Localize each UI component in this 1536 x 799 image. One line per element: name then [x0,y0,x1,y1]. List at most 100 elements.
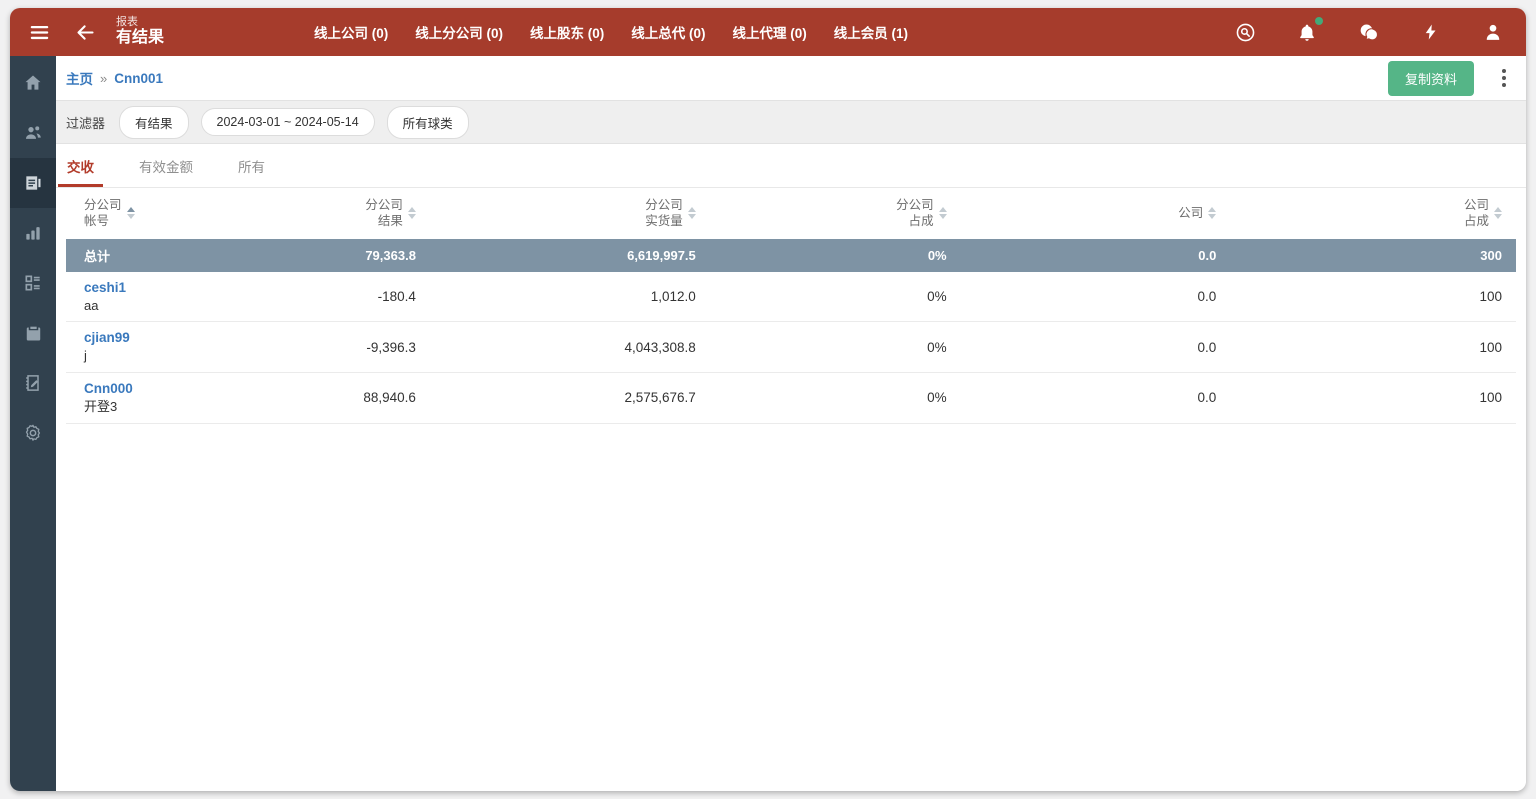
lightning-icon[interactable] [1418,19,1444,45]
stat-online-agent: 线上代理 (0) [733,22,807,42]
stat-online-shareholder: 线上股东 (0) [530,22,604,42]
table-header-row: 分公司帐号 分公司结果 [66,188,1516,239]
cell-company: 0.0 [961,322,1231,373]
total-company: 0.0 [961,239,1231,272]
header-company-share[interactable]: 公司占成 [1230,188,1516,239]
online-stats: 线上公司 (0) 线上分公司 (0) 线上股东 (0) 线上总代 (0) 线上代… [314,22,908,42]
app-window: 报表 有结果 线上公司 (0) 线上分公司 (0) 线上股东 (0) 线上总代 … [10,8,1526,791]
header-company[interactable]: 公司 [961,188,1231,239]
cell-company-share: 100 [1230,373,1516,424]
header-branch-account[interactable]: 分公司帐号 [66,188,255,239]
cell-company: 0.0 [961,373,1231,424]
page-title-block: 报表 有结果 [116,16,164,47]
breadcrumb-current: Cnn001 [114,71,163,86]
header-branch-result[interactable]: 分公司结果 [255,188,430,239]
header-branch-volume[interactable]: 分公司实货量 [430,188,710,239]
results-table-container: 分公司帐号 分公司结果 [56,188,1526,424]
journal-edit-icon [23,373,43,393]
account-link[interactable]: cjian99 [84,329,241,347]
table-row: Cnn000 开登3 88,940.6 2,575,676.7 0% 0.0 1… [66,373,1516,424]
account-name: 开登3 [84,398,241,416]
account-name: j [84,347,241,365]
stat-online-branch: 线上分公司 (0) [415,22,503,42]
cell-volume: 4,043,308.8 [430,322,710,373]
filter-chip-ball-type[interactable]: 所有球类 [387,106,469,139]
sort-icon[interactable] [127,207,135,219]
bar-chart-icon [23,223,43,243]
topbar-actions [1232,19,1506,45]
account-name: aa [84,297,241,315]
cell-share: 0% [710,373,961,424]
filter-bar: 过滤器 有结果 2024-03-01 ~ 2024-05-14 所有球类 [56,100,1526,144]
notification-dot [1315,17,1323,25]
main-content: 主页 » Cnn001 复制资料 过滤器 有结果 2024-03-01 ~ 20… [56,56,1526,791]
gear-icon [23,423,43,443]
stat-online-master-agent: 线上总代 (0) [631,22,705,42]
more-options-kebab-icon[interactable] [1496,65,1512,91]
table-row: cjian99 j -9,396.3 4,043,308.8 0% 0.0 10… [66,322,1516,373]
header-branch-share[interactable]: 分公司占成 [710,188,961,239]
sidebar-item-tasks[interactable] [10,308,56,358]
report-document-icon [23,173,43,193]
sidebar-item-settings[interactable] [10,408,56,458]
users-icon [23,123,44,143]
total-label: 总计 [66,239,255,272]
cell-result: 88,940.6 [255,373,430,424]
account-link[interactable]: ceshi1 [84,279,241,297]
cell-share: 0% [710,322,961,373]
cell-volume: 2,575,676.7 [430,373,710,424]
top-app-bar: 报表 有结果 线上公司 (0) 线上分公司 (0) 线上股东 (0) 线上总代 … [10,8,1526,56]
sidebar-item-home[interactable] [10,58,56,108]
messages-icon[interactable] [1356,19,1382,45]
clipboard-icon [24,323,43,343]
tab-valid-amount[interactable]: 有效金额 [130,144,202,187]
total-result: 79,363.8 [255,239,430,272]
breadcrumb-toolbar: 主页 » Cnn001 复制资料 [56,56,1526,100]
tab-settlement[interactable]: 交收 [58,144,103,187]
cell-volume: 1,012.0 [430,272,710,322]
sort-icon[interactable] [939,207,947,219]
breadcrumb-home-link[interactable]: 主页 [66,68,93,88]
cell-company: 0.0 [961,272,1231,322]
left-nav-sidebar [10,56,56,791]
user-account-icon[interactable] [1480,19,1506,45]
total-share: 0% [710,239,961,272]
total-volume: 6,619,997.5 [430,239,710,272]
hamburger-menu-icon[interactable] [26,19,52,45]
sort-icon[interactable] [1208,207,1216,219]
sidebar-item-charts[interactable] [10,208,56,258]
search-icon[interactable] [1232,19,1258,45]
total-row: 总计 79,363.8 6,619,997.5 0% 0.0 300 [66,239,1516,272]
notifications-bell-icon[interactable] [1294,19,1320,45]
tab-bar: 交收 有效金额 所有 [56,144,1526,188]
breadcrumb-separator: » [100,71,107,86]
grid-list-icon [23,273,43,293]
cell-result: -9,396.3 [255,322,430,373]
sort-icon[interactable] [688,207,696,219]
copy-data-button[interactable]: 复制资料 [1388,61,1474,96]
sort-icon[interactable] [1494,207,1502,219]
sidebar-item-reports[interactable] [10,158,56,208]
table-row: ceshi1 aa -180.4 1,012.0 0% 0.0 100 [66,272,1516,322]
tab-all[interactable]: 所有 [229,144,274,187]
stat-online-company: 线上公司 (0) [314,22,388,42]
sort-icon[interactable] [408,207,416,219]
filter-chip-date-range[interactable]: 2024-03-01 ~ 2024-05-14 [201,108,375,136]
home-icon [23,73,43,93]
back-arrow-icon[interactable] [72,19,98,45]
account-link[interactable]: Cnn000 [84,380,241,398]
stat-online-member: 线上会员 (1) [834,22,908,42]
filter-label: 过滤器 [66,113,105,132]
total-company-share: 300 [1230,239,1516,272]
cell-company-share: 100 [1230,272,1516,322]
page-title: 有结果 [116,29,164,47]
results-table: 分公司帐号 分公司结果 [66,188,1516,424]
cell-share: 0% [710,272,961,322]
sidebar-item-users[interactable] [10,108,56,158]
filter-chip-result[interactable]: 有结果 [119,106,189,139]
page-subtitle: 报表 [116,16,164,29]
sidebar-item-logs[interactable] [10,358,56,408]
cell-result: -180.4 [255,272,430,322]
sidebar-item-modules[interactable] [10,258,56,308]
cell-company-share: 100 [1230,322,1516,373]
